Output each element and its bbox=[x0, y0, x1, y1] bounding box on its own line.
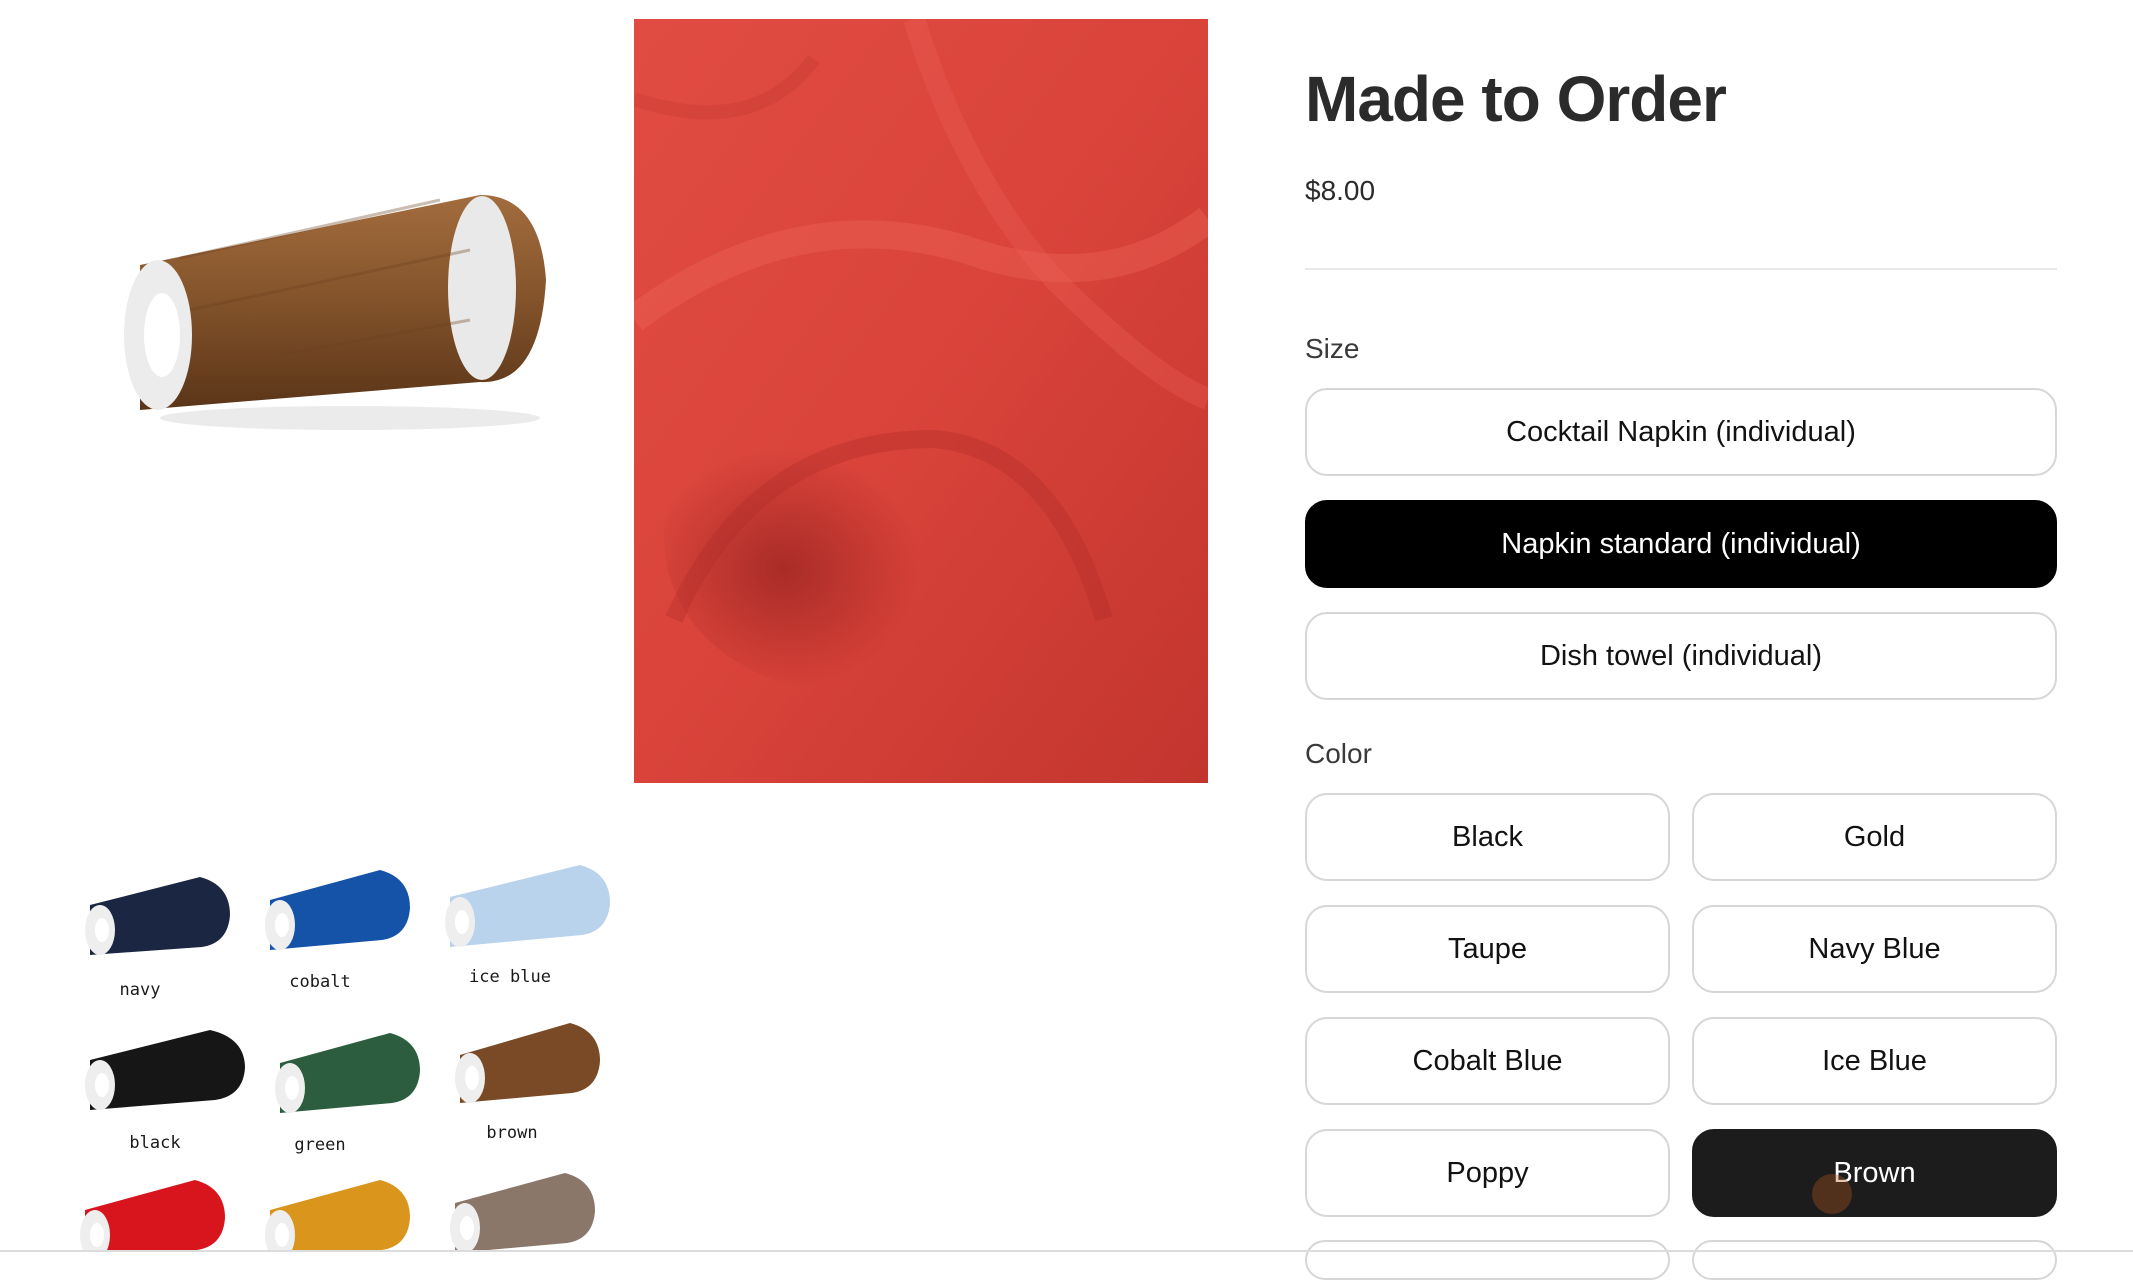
color-option-partial[interactable] bbox=[1305, 1240, 1670, 1280]
thread-label-cobalt: cobalt bbox=[289, 972, 351, 992]
divider bbox=[1305, 268, 2057, 270]
thread-label-navy: navy bbox=[119, 980, 161, 1000]
color-option-taupe[interactable]: Taupe bbox=[1305, 905, 1670, 993]
thread-spool-brown: brown bbox=[450, 1015, 630, 1165]
thread-spool-taupe bbox=[445, 1163, 625, 1252]
color-option-label: Color bbox=[1305, 738, 1372, 769]
pointer-cursor-indicator bbox=[1812, 1174, 1852, 1214]
thread-spool-cobalt: cobalt bbox=[260, 860, 440, 1010]
color-option-black[interactable]: Black bbox=[1305, 793, 1670, 881]
thread-spool-navy: navy bbox=[80, 865, 260, 1015]
thread-color-chart-image: navy cobalt ice blue black green brown bbox=[60, 845, 630, 1252]
product-title: Made to Order bbox=[1305, 63, 1727, 135]
size-option-dish-towel[interactable]: Dish towel (individual) bbox=[1305, 612, 2057, 700]
color-option-poppy[interactable]: Poppy bbox=[1305, 1129, 1670, 1217]
thread-label-black: black bbox=[129, 1133, 181, 1153]
thread-spool-red bbox=[75, 1170, 255, 1252]
product-info-panel: Made to Order $8.00 Size Cocktail Napkin… bbox=[1305, 0, 2057, 1280]
thread-spool-gold bbox=[260, 1170, 440, 1252]
color-option-brown[interactable]: Brown bbox=[1692, 1129, 2057, 1217]
main-thread-spool-image bbox=[110, 170, 570, 450]
size-option-cocktail-napkin[interactable]: Cocktail Napkin (individual) bbox=[1305, 388, 2057, 476]
color-option-partial[interactable] bbox=[1692, 1240, 2057, 1280]
thread-spool-green: green bbox=[270, 1023, 450, 1173]
color-option-gold[interactable]: Gold bbox=[1692, 793, 2057, 881]
product-price: $8.00 bbox=[1305, 175, 1376, 206]
color-option-cobalt-blue[interactable]: Cobalt Blue bbox=[1305, 1017, 1670, 1105]
size-option-napkin-standard[interactable]: Napkin standard (individual) bbox=[1305, 500, 2057, 588]
fabric-detail-image bbox=[634, 19, 1208, 783]
color-option-ice-blue[interactable]: Ice Blue bbox=[1692, 1017, 2057, 1105]
thread-label-brown: brown bbox=[486, 1123, 538, 1143]
thread-spool-ice-blue: ice blue bbox=[440, 857, 620, 1007]
thread-label-ice-blue: ice blue bbox=[469, 967, 551, 987]
color-option-navy-blue[interactable]: Navy Blue bbox=[1692, 905, 2057, 993]
thread-label-green: green bbox=[294, 1135, 346, 1155]
size-option-label: Size bbox=[1305, 333, 1360, 364]
